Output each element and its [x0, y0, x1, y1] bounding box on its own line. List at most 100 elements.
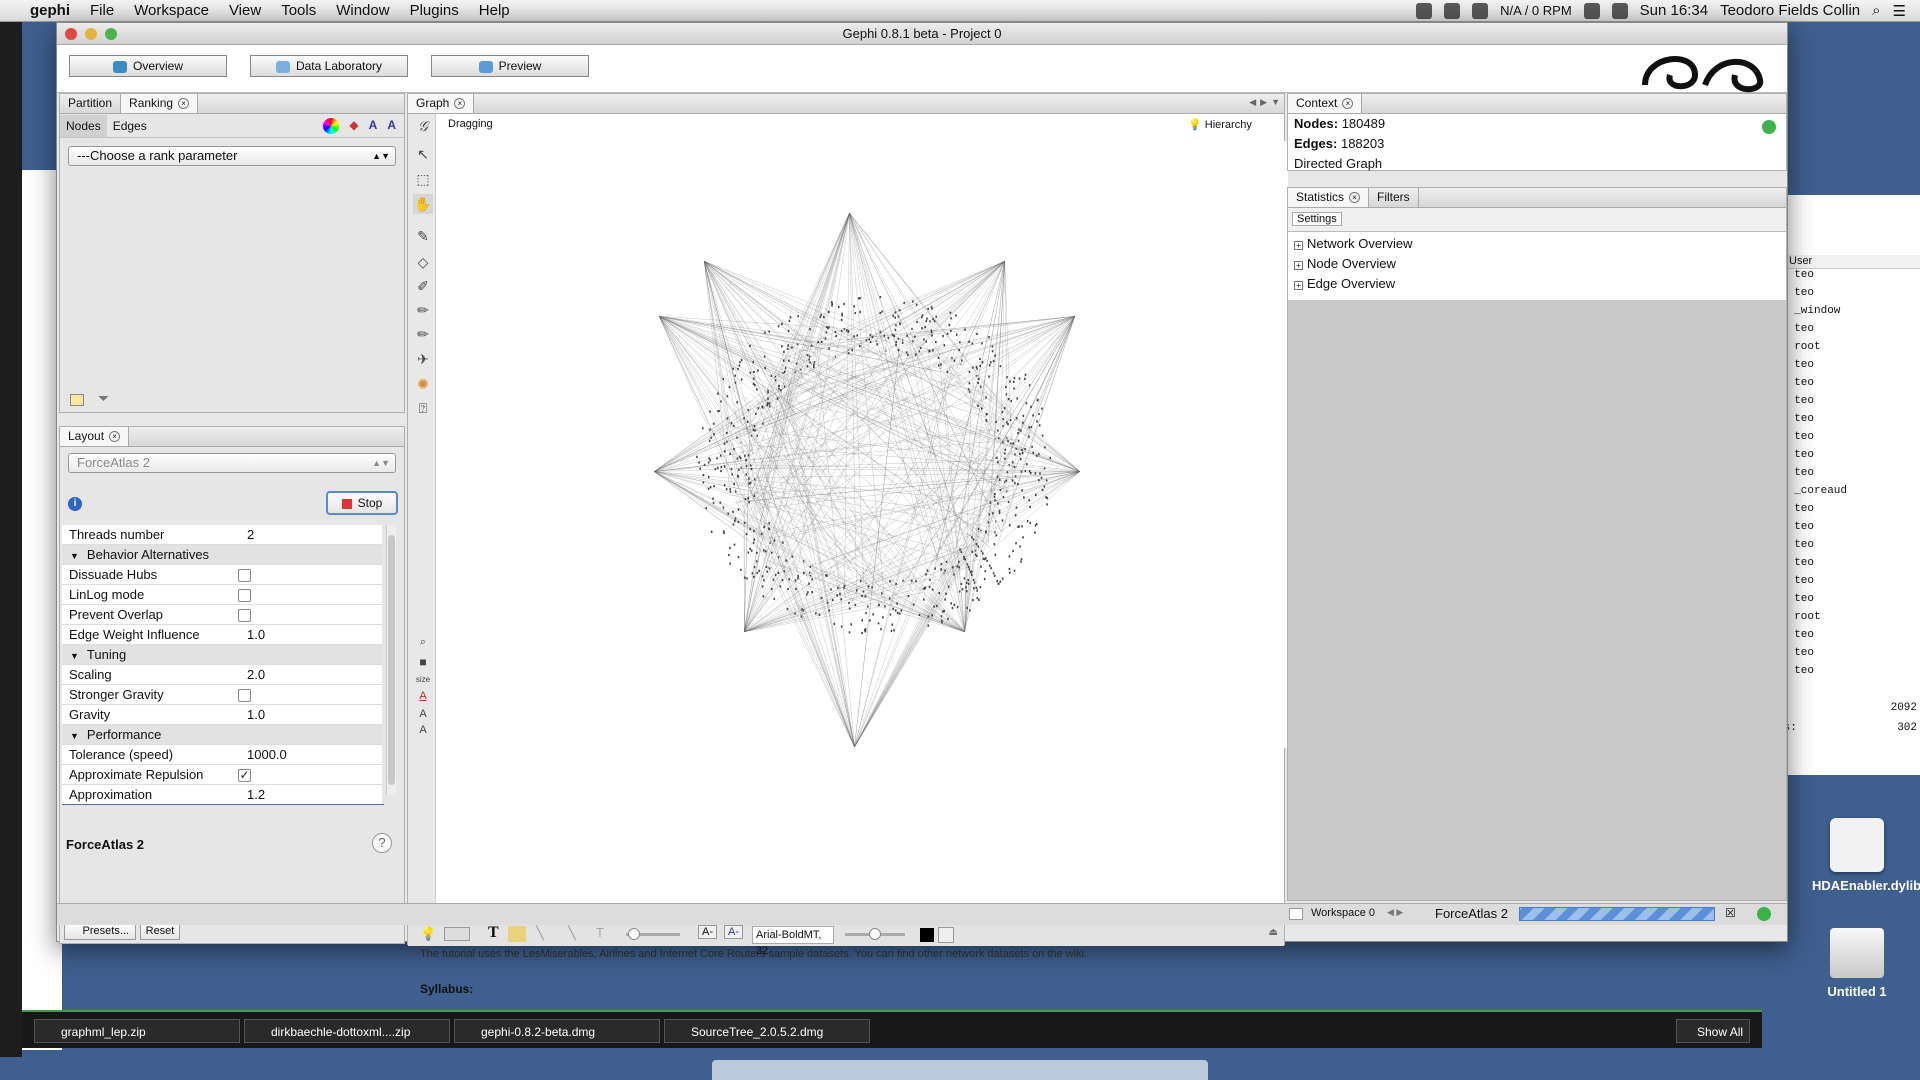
tab-statistics[interactable]: Statistics × [1288, 188, 1370, 207]
preview-button[interactable]: Preview [431, 55, 589, 77]
info-icon[interactable]: i [68, 497, 82, 511]
overview-button[interactable]: Overview [69, 55, 227, 77]
tab-layout[interactable]: Layout × [60, 427, 130, 446]
notification-icon[interactable] [1757, 907, 1771, 921]
app-menu[interactable]: gephi [20, 2, 80, 19]
node-overview-group[interactable]: + Node Overview [1288, 256, 1786, 276]
menu-plugins[interactable]: Plugins [400, 2, 469, 19]
edge-pencil-icon[interactable]: ✏ [413, 324, 433, 344]
property-checkbox[interactable] [238, 589, 251, 602]
menu-window[interactable]: Window [326, 2, 399, 19]
network-overview-group[interactable]: + Network Overview [1288, 236, 1786, 256]
workspace-nav-icon[interactable]: ◀ ▶ [1387, 907, 1403, 918]
scroll-right-icon[interactable]: ▶ [1260, 97, 1267, 113]
label-size-slider[interactable] [845, 928, 905, 940]
text-icon[interactable]: T [488, 924, 499, 942]
label-color-icon[interactable]: A [369, 118, 378, 134]
wifi-icon[interactable] [1583, 2, 1600, 19]
tab-ranking[interactable]: Ranking × [121, 94, 199, 113]
close-icon[interactable]: × [1349, 192, 1361, 204]
property-value[interactable]: 2.0 [247, 665, 265, 685]
menu-help[interactable]: Help [469, 2, 520, 19]
gephi-icon[interactable]: 𝒢 [413, 118, 433, 138]
close-icon[interactable]: × [178, 98, 190, 110]
tray-icon[interactable] [1416, 2, 1433, 19]
label-size-icon[interactable]: A [387, 118, 396, 134]
table-view-icon[interactable] [70, 394, 84, 406]
property-row[interactable]: ▼ Performance [62, 725, 382, 745]
screenshot-icon[interactable] [444, 927, 470, 941]
pencil-icon[interactable]: ✎ [413, 226, 433, 246]
list-icon[interactable]: ☰ [1893, 2, 1906, 20]
rank-parameter-select[interactable]: ---Choose a rank parameter ▲▼ [68, 146, 396, 166]
property-value[interactable]: 1.0 [247, 625, 265, 645]
close-icon[interactable]: × [109, 431, 121, 443]
brush-icon[interactable]: ✐ [413, 276, 433, 296]
clock[interactable]: Sun 16:34 [1640, 2, 1708, 19]
property-value[interactable]: 1000.0 [247, 745, 287, 765]
property-row[interactable]: ▼ Behavior Alternatives [62, 545, 382, 565]
collapse-icon[interactable]: ▼ [70, 731, 79, 741]
edge-overview-group[interactable]: + Edge Overview [1288, 276, 1786, 296]
tab-context[interactable]: Context × [1288, 94, 1363, 113]
close-icon[interactable]: × [1342, 98, 1354, 110]
heat-icon[interactable]: ✺ [413, 374, 433, 394]
label-color-swatch[interactable] [920, 928, 934, 942]
edge-color-icon[interactable] [508, 926, 526, 942]
font-size-decrease-icon[interactable]: A- [698, 925, 717, 939]
label-attribute-icon[interactable] [938, 927, 954, 943]
tab-partition[interactable]: Partition [60, 94, 122, 113]
background-color-icon[interactable]: ■ [413, 652, 433, 672]
property-checkbox[interactable] [238, 689, 251, 702]
tab-nodes[interactable]: Nodes [60, 114, 107, 137]
help-pointer-icon[interactable]: ⍰ [413, 398, 433, 418]
download-item[interactable]: gephi-0.8.2-beta.dmg [454, 1019, 660, 1043]
graph-canvas[interactable] [443, 141, 1288, 748]
fan-status[interactable]: N/A / 0 RPM [1500, 3, 1572, 18]
data-laboratory-button[interactable]: Data Laboratory [250, 55, 408, 77]
collapse-icon[interactable]: ▼ [70, 551, 79, 561]
font-field[interactable]: Arial-BoldMT, 32 [752, 926, 834, 957]
diamond-icon[interactable]: ◇ [413, 252, 433, 272]
cancel-task-icon[interactable]: ☒ [1725, 906, 1736, 920]
label-size-icon[interactable]: A [413, 720, 433, 740]
tray-icon[interactable] [1444, 2, 1461, 19]
show-all-button[interactable]: Show All [1676, 1019, 1750, 1043]
menu-workspace[interactable]: Workspace [124, 2, 219, 19]
property-checkbox[interactable]: ✓ [238, 769, 251, 782]
layout-algorithm-select[interactable]: ForceAtlas 2 ▲▼ [68, 453, 396, 473]
menu-file[interactable]: File [80, 2, 124, 19]
edge-label-icon[interactable]: T [596, 925, 604, 940]
settings-button[interactable]: Settings [1292, 212, 1342, 226]
rect-select-icon[interactable]: ⬚ [413, 169, 433, 189]
menu-tools[interactable]: Tools [271, 2, 326, 19]
scrollbar[interactable] [386, 525, 396, 795]
tab-edges[interactable]: Edges [107, 119, 153, 133]
property-checkbox[interactable] [238, 609, 251, 622]
pointer-icon[interactable]: ↖ [413, 144, 433, 164]
close-icon[interactable]: × [454, 98, 466, 110]
download-item[interactable]: graphml_lep.zip [34, 1019, 240, 1043]
close-icon[interactable] [65, 28, 77, 40]
volume-icon[interactable] [1611, 2, 1628, 19]
scroll-left-icon[interactable]: ◀ [1249, 97, 1256, 113]
edge-icon[interactable]: ╲ [536, 925, 544, 941]
label-color-icon[interactable]: A [413, 686, 433, 706]
edge-selection-icon[interactable]: ╲ [568, 925, 576, 941]
desktop-file[interactable]: HDAEnabler.dylib [1812, 818, 1920, 893]
drag-hand-icon[interactable]: ✋ [413, 194, 433, 214]
stop-button[interactable]: Stop [326, 491, 398, 515]
refresh-icon[interactable] [1762, 120, 1776, 134]
font-size-increase-icon[interactable]: A- [724, 925, 743, 939]
property-value[interactable]: 2 [247, 525, 254, 545]
color-wheel-icon[interactable] [323, 117, 340, 134]
property-row[interactable]: ▼ Tuning [62, 645, 382, 665]
tab-filters[interactable]: Filters [1369, 188, 1419, 207]
collapse-icon[interactable]: ▼ [70, 651, 79, 661]
edge-scale-slider[interactable] [626, 928, 680, 940]
desktop-disk[interactable]: Untitled 1 [1812, 928, 1902, 999]
menu-view[interactable]: View [219, 2, 271, 19]
hierarchy-toggle[interactable]: 💡 Hierarchy [1188, 118, 1252, 131]
property-value[interactable]: 1.2 [247, 785, 265, 804]
property-checkbox[interactable] [238, 569, 251, 582]
